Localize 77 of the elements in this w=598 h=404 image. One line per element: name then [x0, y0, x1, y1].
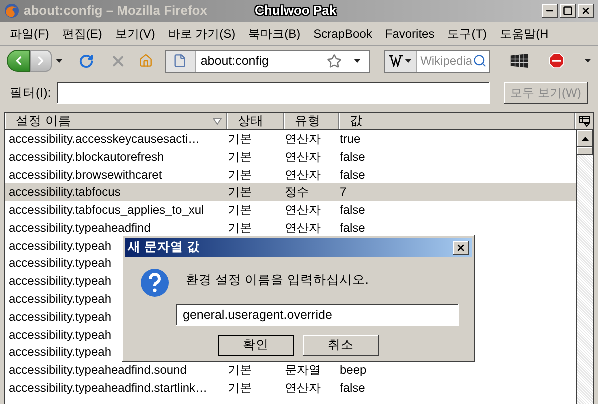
filter-field[interactable]	[57, 82, 490, 104]
table-cell-text: false	[339, 202, 366, 220]
star-icon[interactable]	[326, 54, 342, 68]
question-icon	[140, 268, 170, 298]
close-icon	[581, 6, 591, 16]
table-cell-text: 기본	[227, 148, 253, 166]
table-cell-text: 연산자	[284, 202, 322, 220]
menu-item[interactable]: 도구(T)	[448, 24, 488, 42]
table-cell-text: 연산자	[284, 148, 322, 166]
menu-item[interactable]: Favorites	[385, 24, 435, 42]
close-icon	[456, 242, 466, 252]
menu-item[interactable]: 보기(V)	[115, 24, 156, 42]
table-cell-text: 기본	[227, 184, 253, 202]
menu-item[interactable]: 파일(F)	[10, 24, 50, 42]
table-cell-text: 연산자	[284, 166, 322, 184]
table-cell-text: 정수	[284, 184, 310, 202]
table-cell-text: 연산자	[284, 130, 322, 148]
search-bar[interactable]: Wikipedia	[384, 50, 490, 72]
close-button[interactable]	[578, 4, 594, 18]
table-cell-text: 기본	[227, 166, 253, 184]
table-cell-text: 기본	[227, 220, 253, 237]
back-button[interactable]	[7, 50, 30, 72]
column-header[interactable]: 설정 이름	[5, 113, 227, 129]
search-icon[interactable]	[472, 54, 487, 68]
address-text: about:config	[200, 52, 269, 70]
stop-sign-icon[interactable]	[548, 52, 565, 70]
table-cell-text: beep	[339, 362, 367, 380]
column-picker-icon	[579, 116, 590, 126]
filter-label: 필터(I):	[10, 84, 52, 102]
menu-item[interactable]: 북마크(B)	[248, 24, 301, 42]
reload-icon[interactable]	[79, 52, 94, 70]
caret-icon[interactable]	[354, 59, 361, 63]
menu-item[interactable]: 편집(E)	[62, 24, 102, 42]
table-cell-text: 문자열	[284, 362, 322, 380]
table-cell-text: false	[339, 220, 366, 237]
page-icon	[173, 54, 188, 68]
column-header[interactable]: 값	[339, 113, 575, 129]
table-cell-text: false	[339, 166, 366, 184]
wikipedia-w-icon	[388, 55, 403, 67]
caret-icon[interactable]	[56, 59, 63, 63]
menu-item[interactable]: 바로 가기(S)	[168, 24, 236, 42]
table-cell-text: 기본	[227, 202, 253, 220]
table-cell-text: 기본	[227, 362, 253, 380]
dialog-message: 환경 설정 이름을 입력하십시오.	[186, 272, 369, 289]
scrollbar[interactable]	[576, 130, 593, 404]
table-cell-text: true	[339, 130, 361, 148]
column-header[interactable]: 유형	[284, 113, 339, 129]
maximize-icon	[563, 6, 573, 16]
grid-icon[interactable]	[510, 52, 529, 70]
scrollbar-thumb[interactable]	[577, 147, 593, 155]
window-title: about:config – Mozilla Firefox	[24, 2, 208, 20]
caret-icon[interactable]	[404, 59, 412, 63]
maximize-button[interactable]	[560, 4, 576, 18]
table-cell-text: 7	[339, 184, 347, 202]
name-input-field[interactable]: general.useragent.override	[176, 304, 459, 326]
close-button[interactable]	[453, 240, 469, 254]
table-cell-text: false	[339, 148, 366, 166]
menu-item[interactable]: ScrapBook	[314, 24, 372, 42]
column-header[interactable]: 상태	[227, 113, 284, 129]
table-cell-text: false	[339, 380, 366, 398]
user-label: Chulwoo Pak	[255, 2, 337, 20]
caret-icon[interactable]	[584, 59, 592, 63]
sort-indicator-icon	[213, 118, 222, 124]
dialog-title: 새 문자열 값	[128, 239, 200, 256]
minimize-button[interactable]	[542, 4, 558, 18]
table-cell-text: 기본	[227, 380, 253, 398]
dialog-button[interactable]: 취소	[303, 335, 379, 356]
globe-fox-icon	[4, 3, 20, 19]
address-bar[interactable]: about:config	[164, 50, 370, 72]
table-cell-text: 연산자	[284, 220, 322, 237]
search-placeholder: Wikipedia	[420, 53, 473, 70]
column-picker-button[interactable]	[575, 113, 593, 129]
dialog-button[interactable]: 확인	[218, 335, 294, 356]
table-cell-text: 기본	[227, 130, 253, 148]
table-cell-text: 연산자	[284, 380, 322, 398]
up-arrow-icon[interactable]	[582, 136, 588, 140]
menu-item[interactable]: 도움말(H	[500, 24, 549, 42]
